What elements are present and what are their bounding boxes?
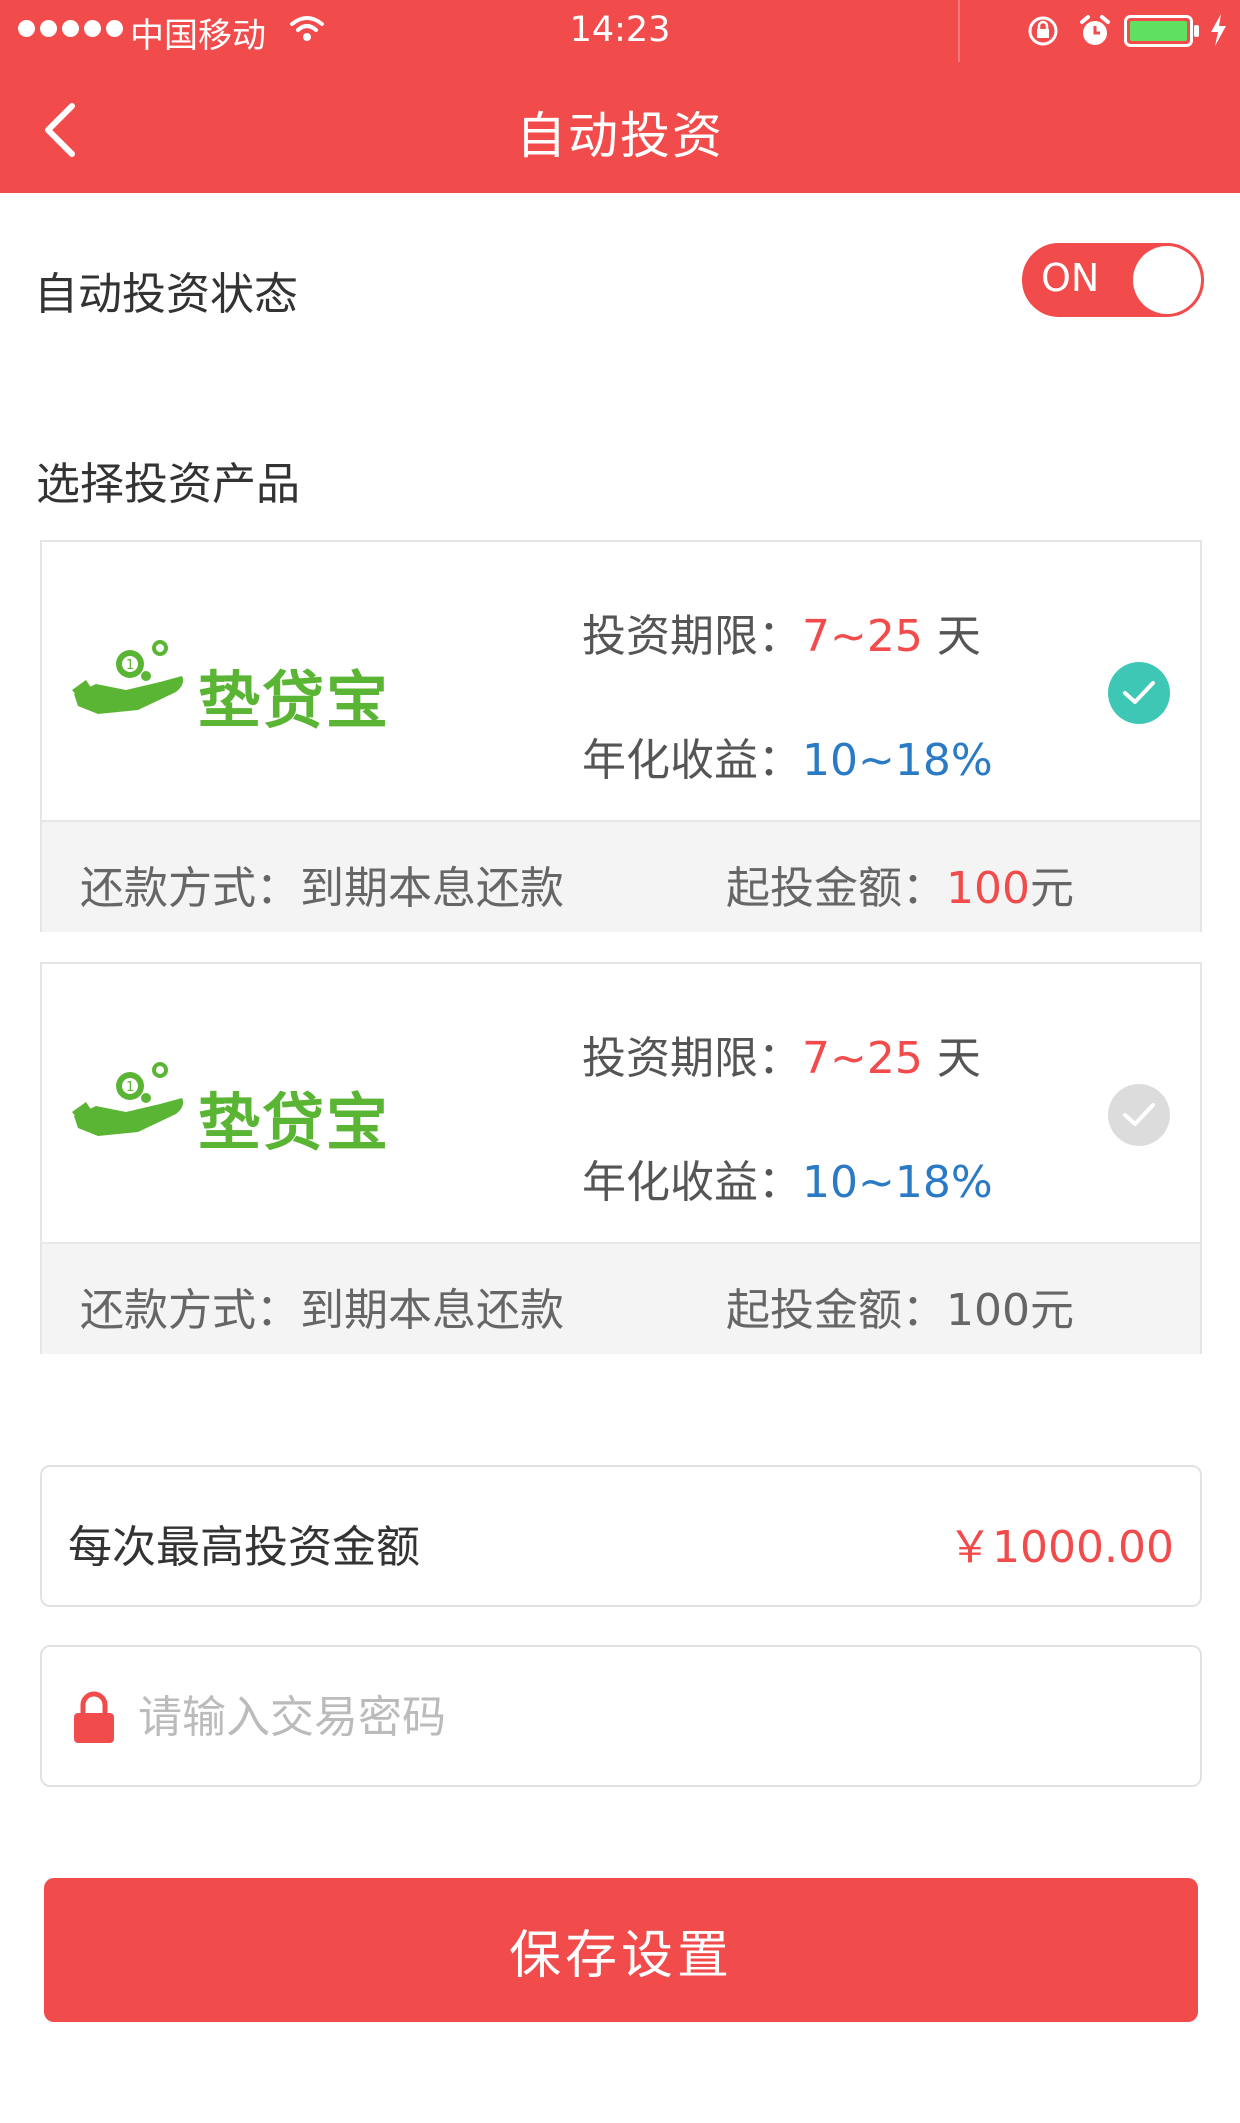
- selected-check-icon[interactable]: [1108, 662, 1170, 724]
- minimum-investment: 起投金额：100元: [726, 1274, 1074, 1338]
- status-bar: 中国移动 14:23: [0, 0, 1240, 62]
- minimum-investment: 起投金额：100元: [726, 852, 1074, 916]
- yield-value: 10~18%: [802, 1157, 993, 1208]
- product-card-main: 1 垫贷宝 投资期限：7~25 天 年化收益：10~18%: [42, 542, 1200, 820]
- product-card[interactable]: 1 垫贷宝 投资期限：7~25 天 年化收益：10~18% 还款方式：到期本息还…: [40, 540, 1202, 932]
- product-card-main: 1 垫贷宝 投资期限：7~25 天 年化收益：10~18%: [42, 964, 1200, 1242]
- term-unit: 天: [922, 611, 981, 662]
- password-input[interactable]: [138, 1677, 1178, 1757]
- hand-coin-logo-icon: 1: [72, 1062, 184, 1136]
- min-value: 100: [946, 863, 1030, 914]
- auto-invest-status-label: 自动投资状态: [34, 269, 298, 320]
- page-title: 自动投资: [516, 107, 724, 165]
- min-unit: 元: [1029, 863, 1074, 914]
- term-label: 投资期限：: [582, 1033, 802, 1084]
- yield-label: 年化收益：: [582, 1157, 802, 1208]
- status-divider: [958, 0, 960, 62]
- charging-icon: [1211, 14, 1226, 46]
- max-amount-value: ￥1000.00: [948, 1522, 1174, 1573]
- toggle-knob: [1133, 246, 1201, 314]
- min-label: 起投金额：: [726, 1285, 946, 1336]
- toggle-on-text: ON: [1041, 256, 1100, 300]
- min-value: 100元: [946, 1285, 1074, 1336]
- yield-label: 年化收益：: [582, 735, 802, 786]
- product-card-footer: 还款方式：到期本息还款 起投金额：100元: [42, 1242, 1200, 1354]
- product-logo-text: 垫贷宝: [198, 1086, 391, 1159]
- svg-text:1: 1: [126, 1080, 134, 1095]
- term-unit: 天: [922, 1033, 981, 1084]
- header: 中国移动 14:23 自动投资: [0, 0, 1240, 193]
- products-section-title: 选择投资产品: [36, 459, 300, 510]
- max-amount-label: 每次最高投资金额: [68, 1522, 420, 1573]
- repayment-method: 还款方式：到期本息还款: [80, 852, 564, 916]
- repay-value: 到期本息还款: [300, 863, 564, 914]
- product-card-footer: 还款方式：到期本息还款 起投金额：100元: [42, 820, 1200, 932]
- repay-value: 到期本息还款: [300, 1285, 564, 1336]
- auto-invest-status-row: 自动投资状态 ON: [0, 193, 1240, 383]
- auto-invest-toggle[interactable]: ON: [1022, 243, 1204, 317]
- product-card[interactable]: 1 垫贷宝 投资期限：7~25 天 年化收益：10~18% 还款方式：到期本息还…: [40, 962, 1202, 1354]
- repay-label: 还款方式：: [80, 863, 300, 914]
- annual-yield: 年化收益：10~18%: [582, 724, 993, 788]
- nav-bar: 自动投资: [0, 60, 1240, 193]
- term-value: 7~25: [802, 1033, 923, 1084]
- annual-yield: 年化收益：10~18%: [582, 1146, 993, 1210]
- lock-icon: [74, 1691, 114, 1743]
- product-logo-text: 垫贷宝: [198, 664, 391, 737]
- max-amount-field[interactable]: 每次最高投资金额 ￥1000.00: [40, 1465, 1202, 1607]
- svg-text:1: 1: [126, 658, 134, 673]
- unselected-check-icon[interactable]: [1108, 1084, 1170, 1146]
- min-label: 起投金额：: [726, 863, 946, 914]
- hand-coin-logo-icon: 1: [72, 640, 184, 714]
- term-label: 投资期限：: [582, 611, 802, 662]
- investment-term: 投资期限：7~25 天: [582, 1022, 981, 1086]
- password-field: [40, 1645, 1202, 1787]
- product-logo: 1 垫贷宝: [68, 632, 428, 737]
- save-settings-button[interactable]: 保存设置: [44, 1878, 1198, 2022]
- yield-value: 10~18%: [802, 735, 993, 786]
- repay-label: 还款方式：: [80, 1285, 300, 1336]
- battery-icon: [1124, 15, 1199, 47]
- term-value: 7~25: [802, 611, 923, 662]
- product-logo: 1 垫贷宝: [68, 1054, 428, 1159]
- repayment-method: 还款方式：到期本息还款: [80, 1274, 564, 1338]
- rotation-lock-icon: [1028, 16, 1058, 46]
- alarm-icon: [1080, 15, 1110, 45]
- investment-term: 投资期限：7~25 天: [582, 600, 981, 664]
